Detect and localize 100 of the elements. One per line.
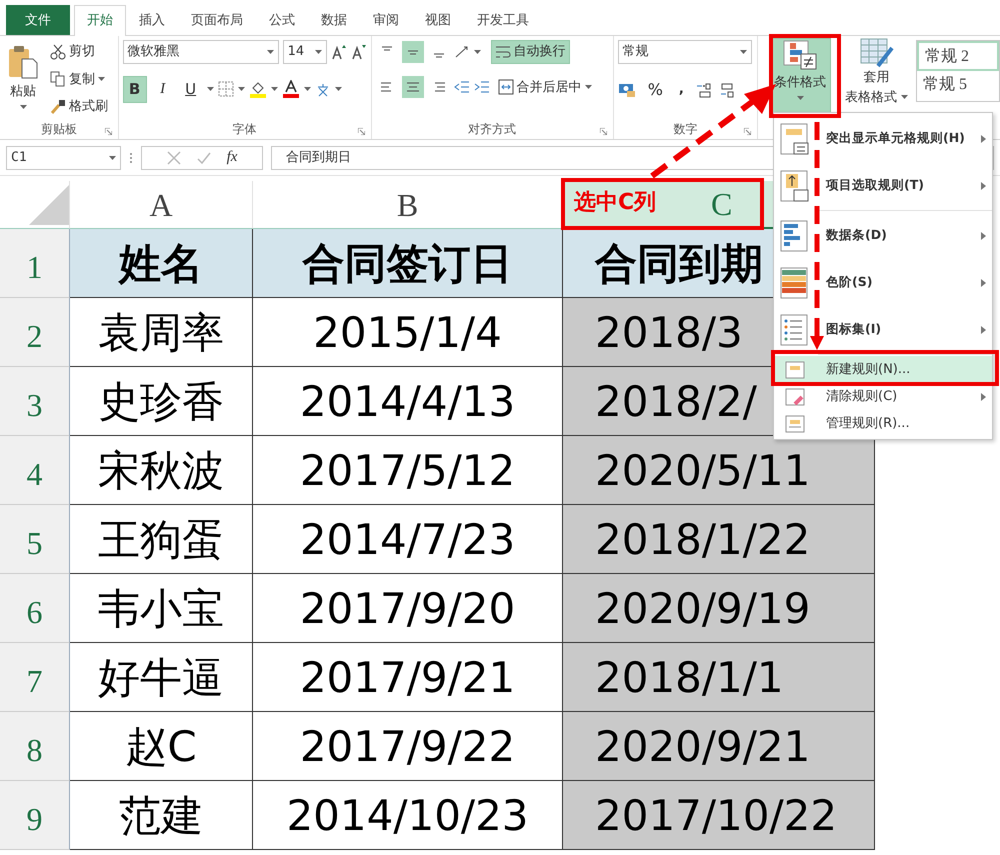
table-cell-text: 2018/1/22 (595, 514, 810, 566)
table-cell-text: 王狗蛋 (98, 514, 224, 566)
menu-item[interactable]: 管理规则(R)... (774, 410, 992, 437)
grow-font-icon[interactable] (330, 44, 347, 60)
file-tab[interactable]: 文件 (6, 5, 70, 35)
highlight-rules-icon (780, 122, 810, 154)
eraser-icon (785, 388, 805, 406)
ribbon-tab[interactable]: 开发工具 (464, 5, 542, 35)
dialog-launcher-icon[interactable] (600, 128, 607, 135)
ribbon-tab[interactable]: 开始 (74, 5, 126, 36)
name-box[interactable]: C1 (6, 146, 121, 170)
ribbon-tab[interactable]: 页面布局 (178, 5, 256, 35)
merge-cells-icon (498, 79, 514, 96)
row-header[interactable]: 9 (0, 781, 70, 850)
dialog-launcher-icon[interactable] (744, 128, 751, 135)
cell-style-option[interactable]: 常规 5 (917, 71, 999, 101)
comma-button[interactable]: , (674, 78, 688, 102)
caret-icon (206, 87, 214, 92)
italic-button[interactable]: I (150, 76, 175, 102)
table-cell-text: 2017/10/22 (595, 790, 838, 842)
table-cell-text: 范建 (119, 790, 203, 842)
row-header[interactable]: 1 (0, 229, 70, 298)
orientation-icon[interactable] (454, 44, 470, 60)
column-header[interactable]: A (149, 180, 173, 228)
ribbon-tab[interactable]: 审阅 (360, 5, 412, 35)
column-header[interactable]: B (396, 180, 418, 228)
ribbon-tab[interactable]: 视图 (412, 5, 464, 35)
fill-color-icon[interactable] (248, 80, 267, 98)
caret-icon (474, 50, 481, 54)
font-color-icon[interactable] (282, 80, 300, 98)
icon-sets-icon (780, 314, 810, 346)
row-header[interactable]: 5 (0, 505, 70, 574)
cut-button[interactable]: 剪切 (46, 40, 112, 64)
menu-item[interactable]: 数据条(D) (774, 212, 992, 259)
annotation-label: 选中C列 (574, 189, 656, 217)
caret-icon (98, 77, 105, 82)
caret-icon (304, 87, 311, 92)
menu-item[interactable]: 新建规则(N)... (774, 356, 992, 383)
header-cell-text: 姓名 (119, 238, 203, 290)
paste-button[interactable]: 粘贴 (4, 40, 42, 119)
table-cell-text: 2020/5/11 (595, 444, 810, 496)
header-cell-text: 合同到期 (595, 238, 763, 290)
number-format-field[interactable]: 常规 (618, 40, 752, 64)
merge-center-button[interactable]: 合并后居中 (494, 76, 596, 99)
menu-item[interactable]: 清除规则(C) (774, 383, 992, 410)
group-label: 数字 (673, 121, 698, 138)
format-painter-button[interactable]: 格式刷 (46, 95, 112, 118)
increase-decimal-icon[interactable] (696, 82, 712, 98)
menu-item[interactable]: 图标集(I) (774, 306, 992, 353)
table-cell-text: 2014/10/23 (286, 790, 529, 842)
middle-align-icon[interactable] (402, 40, 424, 63)
font-size-field[interactable]: 14 (282, 40, 327, 64)
group-label: 剪贴板 (40, 121, 77, 138)
dialog-launcher-icon[interactable] (104, 128, 112, 135)
data-bars-icon (780, 220, 810, 252)
menu-item[interactable]: 色阶(S) (774, 259, 992, 306)
group-label: 字体 (232, 121, 257, 138)
caret-icon (20, 104, 26, 108)
underline-button[interactable]: U (178, 76, 203, 102)
align-center-icon[interactable] (402, 76, 424, 98)
increase-indent-icon[interactable] (474, 79, 490, 96)
copy-button[interactable]: 复制 (46, 68, 112, 91)
caret-icon (334, 87, 342, 92)
bold-button[interactable]: B (122, 76, 147, 102)
brush-icon (50, 98, 66, 115)
clipboard-icon (8, 45, 38, 79)
table-cell-text: 2018/3 (595, 306, 743, 358)
row-header[interactable]: 6 (0, 574, 70, 643)
table-brush-icon (860, 38, 894, 68)
insert-function-button[interactable]: fx (226, 146, 238, 169)
shrink-font-icon[interactable] (350, 44, 367, 60)
column-header[interactable]: C (711, 180, 732, 228)
check-icon[interactable] (196, 150, 211, 164)
ribbon-tab[interactable]: 公式 (256, 5, 308, 35)
currency-icon[interactable] (618, 82, 636, 98)
decrease-indent-icon[interactable] (454, 79, 470, 96)
borders-icon[interactable] (218, 81, 234, 98)
dialog-launcher-icon[interactable] (358, 128, 365, 135)
table-cell-text: 好牛逼 (98, 652, 224, 704)
more-icon (129, 152, 133, 164)
group-label: 对齐方式 (468, 121, 516, 138)
wrap-text-button[interactable]: 自动换行 (490, 40, 570, 64)
font-name-field[interactable]: 微软雅黑 (122, 40, 279, 64)
table-cell-text: 2014/4/13 (300, 376, 516, 428)
row-header[interactable]: 4 (0, 436, 70, 505)
color-scale-icon (780, 266, 810, 298)
row-header[interactable]: 2 (0, 298, 70, 367)
decrease-decimal-icon[interactable] (720, 82, 736, 98)
copy-icon (50, 71, 66, 88)
cell-style-option[interactable]: 常规 2 (917, 41, 999, 71)
caret-icon (270, 87, 278, 92)
row-header[interactable]: 8 (0, 712, 70, 781)
row-header[interactable]: 3 (0, 367, 70, 436)
table-cell-text: 史珍香 (98, 376, 224, 428)
ribbon-tab[interactable]: 插入 (126, 5, 178, 35)
row-header[interactable]: 7 (0, 643, 70, 712)
table-cell-text: 2018/2/ (595, 376, 757, 428)
scissors-icon (50, 44, 66, 60)
ribbon-tab[interactable]: 数据 (308, 5, 360, 35)
percent-button[interactable]: % (644, 76, 667, 104)
